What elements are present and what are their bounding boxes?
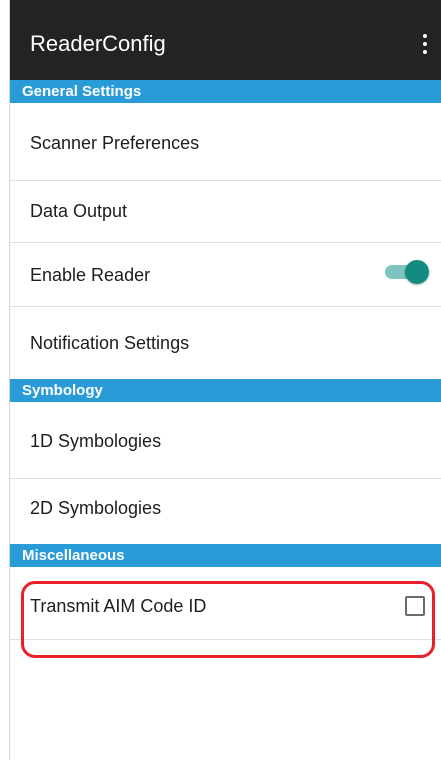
menu-dot xyxy=(423,34,427,38)
list-item-transmit-aim-code-id[interactable]: Transmit AIM Code ID xyxy=(10,567,441,640)
app-title: ReaderConfig xyxy=(30,31,166,56)
list-item-label: 2D Symbologies xyxy=(30,498,162,518)
list-item-notification-settings[interactable]: Notification Settings xyxy=(10,307,441,379)
app-bar: ReaderConfig xyxy=(10,0,441,80)
list-item-1d-symbologies[interactable]: 1D Symbologies xyxy=(10,402,441,479)
list-item-data-output[interactable]: Data Output xyxy=(10,181,441,243)
list-item-label: Transmit AIM Code ID xyxy=(30,596,207,616)
enable-reader-toggle[interactable] xyxy=(385,259,429,284)
menu-dot xyxy=(423,50,427,54)
list-item-label: Data Output xyxy=(30,201,128,221)
list-item-2d-symbologies[interactable]: 2D Symbologies xyxy=(10,479,441,544)
left-edge-strip xyxy=(0,0,10,760)
list-item-label: Enable Reader xyxy=(30,265,151,285)
list-item-label: Notification Settings xyxy=(30,333,190,353)
section-header-general-settings: General Settings xyxy=(10,80,441,103)
section-header-miscellaneous: Miscellaneous xyxy=(10,544,441,567)
toggle-knob xyxy=(405,260,429,284)
transmit-aim-code-id-checkbox[interactable] xyxy=(405,596,425,616)
menu-dot xyxy=(423,42,427,46)
list-item-label: Scanner Preferences xyxy=(30,133,200,153)
list-item-scanner-preferences[interactable]: Scanner Preferences xyxy=(10,103,441,181)
screen: ReaderConfig General Settings Scanner Pr… xyxy=(0,0,441,760)
list-item-enable-reader[interactable]: Enable Reader xyxy=(10,243,441,307)
section-header-symbology: Symbology xyxy=(10,379,441,402)
list-item-label: 1D Symbologies xyxy=(30,431,162,451)
more-vert-icon[interactable] xyxy=(417,32,433,56)
